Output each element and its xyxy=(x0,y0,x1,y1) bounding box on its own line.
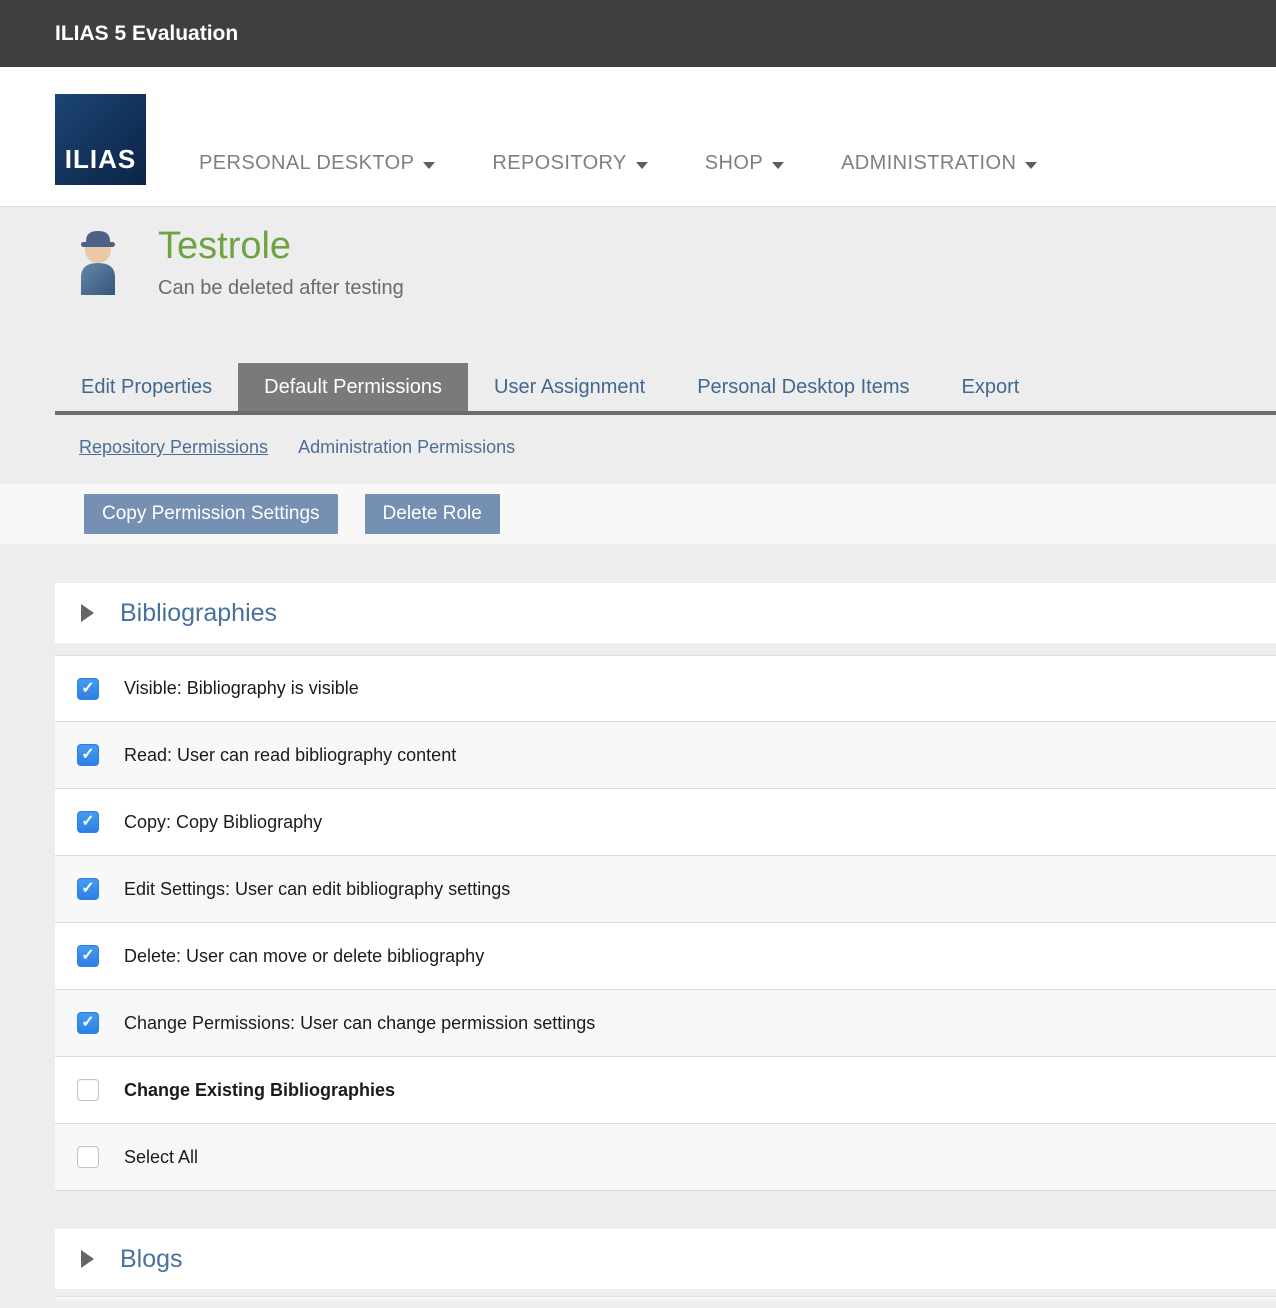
toolbar: Copy Permission Settings Delete Role xyxy=(0,484,1276,544)
delete-role-button[interactable]: Delete Role xyxy=(365,494,500,534)
nav-label: PERSONAL DESKTOP xyxy=(199,152,414,175)
ilias-logo-text: ILIAS xyxy=(65,144,136,175)
permission-checkbox[interactable] xyxy=(77,1079,99,1101)
permission-label: Edit Settings: User can edit bibliograph… xyxy=(124,879,510,900)
nav-label: SHOP xyxy=(705,152,763,175)
chevron-down-icon xyxy=(423,162,435,169)
permission-checkbox[interactable] xyxy=(77,811,99,833)
tab-edit-properties[interactable]: Edit Properties xyxy=(55,363,238,411)
tab-user-assignment[interactable]: User Assignment xyxy=(468,363,671,411)
subtab-repository-permissions[interactable]: Repository Permissions xyxy=(79,437,268,458)
tab-default-permissions[interactable]: Default Permissions xyxy=(238,363,468,411)
permission-checkbox[interactable] xyxy=(77,945,99,967)
nav-label: ADMINISTRATION xyxy=(841,152,1016,175)
chevron-down-icon xyxy=(636,162,648,169)
permission-checkbox[interactable] xyxy=(77,744,99,766)
page-subtitle: Can be deleted after testing xyxy=(158,277,1276,300)
nav-personal-desktop[interactable]: PERSONAL DESKTOP xyxy=(199,152,435,175)
subtab-bar: Repository Permissions Administration Pe… xyxy=(79,415,1276,484)
role-user-icon xyxy=(78,229,118,300)
client-title: ILIAS 5 Evaluation xyxy=(55,22,238,46)
subtab-administration-permissions[interactable]: Administration Permissions xyxy=(298,437,515,458)
ilias-logo[interactable]: ILIAS xyxy=(55,94,146,185)
section-header-bibliographies[interactable]: Bibliographies xyxy=(55,583,1276,643)
permission-label: Read: User can read bibliography content xyxy=(124,745,456,766)
chevron-down-icon xyxy=(1025,162,1037,169)
tab-export[interactable]: Export xyxy=(936,363,1046,411)
permission-checkbox[interactable] xyxy=(77,878,99,900)
select-all-checkbox[interactable] xyxy=(77,1146,99,1168)
role-header: Testrole Can be deleted after testing xyxy=(0,207,1276,363)
main-header: ILIAS PERSONAL DESKTOP REPOSITORY SHOP A… xyxy=(0,67,1276,207)
spacer xyxy=(0,1289,1276,1296)
nav-label: REPOSITORY xyxy=(492,152,626,175)
permission-row: Delete: User can move or delete bibliogr… xyxy=(55,923,1276,990)
main-nav: PERSONAL DESKTOP REPOSITORY SHOP ADMINIS… xyxy=(199,152,1037,175)
permission-label: Change Existing Bibliographies xyxy=(124,1080,395,1101)
tab-personal-desktop-items[interactable]: Personal Desktop Items xyxy=(671,363,935,411)
copy-permission-settings-button[interactable]: Copy Permission Settings xyxy=(84,494,338,534)
spacer xyxy=(0,1191,1276,1229)
triangle-right-icon xyxy=(81,604,94,622)
permission-row: Change Existing Bibliographies xyxy=(55,1057,1276,1124)
permission-checkbox[interactable] xyxy=(77,678,99,700)
permission-row: Change Permissions: User can change perm… xyxy=(55,990,1276,1057)
page-title: Testrole xyxy=(158,225,1276,269)
section-header-blogs[interactable]: Blogs xyxy=(55,1229,1276,1289)
nav-administration[interactable]: ADMINISTRATION xyxy=(841,152,1037,175)
section-title: Bibliographies xyxy=(120,599,277,628)
tab-bar: Edit Properties Default Permissions User… xyxy=(55,363,1276,415)
chevron-down-icon xyxy=(772,162,784,169)
nav-repository[interactable]: REPOSITORY xyxy=(492,152,647,175)
permission-checkbox[interactable] xyxy=(77,1012,99,1034)
select-all-label: Select All xyxy=(124,1147,198,1168)
permission-row: Visible: Bibliography is visible xyxy=(55,655,1276,722)
next-section-edge xyxy=(55,1296,1276,1301)
section-title: Blogs xyxy=(120,1245,183,1274)
permission-list: Visible: Bibliography is visible Read: U… xyxy=(55,655,1276,1191)
permission-row: Edit Settings: User can edit bibliograph… xyxy=(55,856,1276,923)
triangle-right-icon xyxy=(81,1250,94,1268)
permission-row: Copy: Copy Bibliography xyxy=(55,789,1276,856)
select-all-row: Select All xyxy=(55,1124,1276,1191)
nav-shop[interactable]: SHOP xyxy=(705,152,784,175)
spacer xyxy=(0,643,1276,655)
spacer xyxy=(0,544,1276,583)
permission-label: Change Permissions: User can change perm… xyxy=(124,1013,595,1034)
permission-label: Copy: Copy Bibliography xyxy=(124,812,322,833)
permission-row: Read: User can read bibliography content xyxy=(55,722,1276,789)
permission-label: Delete: User can move or delete bibliogr… xyxy=(124,946,484,967)
permission-label: Visible: Bibliography is visible xyxy=(124,678,359,699)
top-bar: ILIAS 5 Evaluation xyxy=(0,0,1276,67)
